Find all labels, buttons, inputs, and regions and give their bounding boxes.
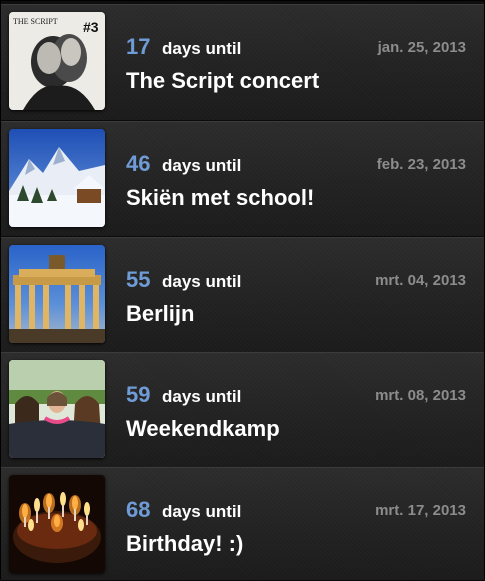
event-title: Weekendkamp — [126, 416, 280, 441]
countdown-list: THE SCRIPT #3 17 days until jan. 25, 201… — [0, 0, 485, 581]
event-row[interactable]: 59 days until mrt. 08, 2013 Weekendkamp — [1, 352, 484, 468]
days-until-label: days until — [162, 387, 242, 406]
event-thumbnail-snow-mountain — [9, 129, 105, 227]
event-title: Skiën met school! — [126, 185, 315, 210]
group-photo-image — [9, 360, 105, 458]
days-count: 55 — [126, 267, 151, 292]
event-thumbnail-brandenburg-gate — [9, 245, 105, 343]
event-date: mrt. 04, 2013 — [375, 272, 466, 289]
event-row[interactable]: 55 days until mrt. 04, 2013 Berlijn — [1, 237, 484, 353]
brandenburg-gate-image — [9, 245, 105, 343]
event-title: Birthday! :) — [126, 531, 244, 556]
days-count: 68 — [126, 497, 151, 522]
birthday-cake-image — [9, 475, 105, 573]
event-title: Berlijn — [126, 301, 195, 326]
days-until-label: days until — [162, 272, 242, 291]
event-row[interactable]: 46 days until feb. 23, 2013 Skiën met sc… — [1, 121, 484, 237]
event-thumbnail-group-photo — [9, 360, 105, 458]
album-logo-text: THE SCRIPT — [13, 17, 58, 26]
days-count: 17 — [126, 34, 151, 59]
event-date: jan. 25, 2013 — [377, 39, 466, 56]
event-date: mrt. 08, 2013 — [375, 387, 466, 404]
event-date: mrt. 17, 2013 — [375, 502, 466, 519]
event-title: The Script concert — [126, 68, 320, 93]
days-count: 59 — [126, 382, 151, 407]
days-count: 46 — [126, 151, 151, 176]
days-until-label: days until — [162, 156, 242, 175]
days-until-label: days until — [162, 502, 242, 521]
event-thumbnail-album-cover: THE SCRIPT #3 — [9, 12, 105, 110]
event-row[interactable]: 68 days until mrt. 17, 2013 Birthday! :) — [1, 467, 484, 581]
days-until-label: days until — [162, 39, 242, 58]
snow-mountain-image — [9, 129, 105, 227]
album-badge-text: #3 — [83, 19, 99, 35]
event-date: feb. 23, 2013 — [376, 156, 466, 173]
album-cover-image: THE SCRIPT #3 — [9, 12, 105, 110]
event-thumbnail-birthday-cake — [9, 475, 105, 573]
event-row[interactable]: THE SCRIPT #3 17 days until jan. 25, 201… — [1, 4, 484, 121]
